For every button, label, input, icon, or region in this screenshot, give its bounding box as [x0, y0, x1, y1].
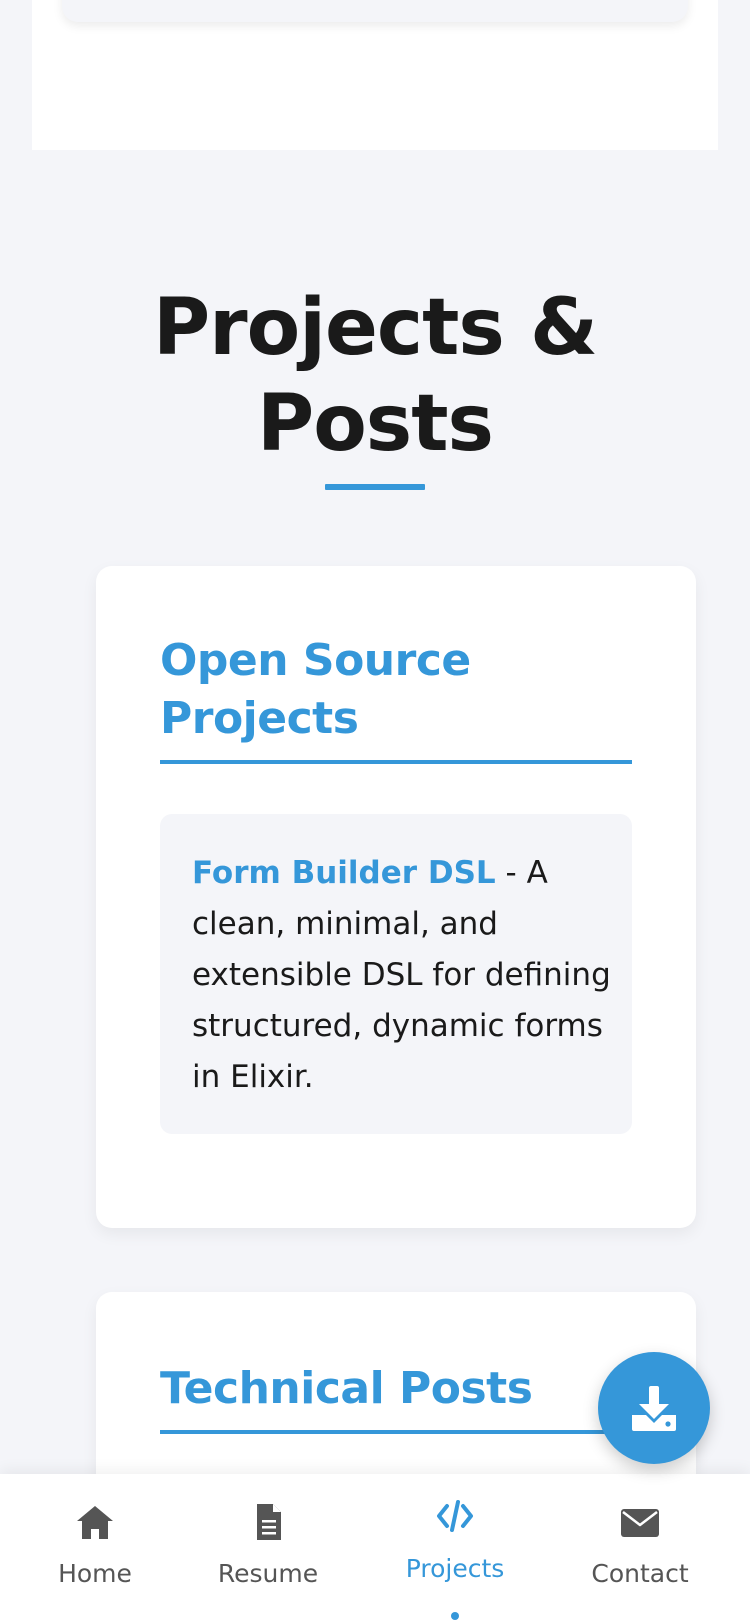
- project-text: Form Builder DSL - A clean, minimal, and…: [192, 848, 612, 1103]
- heading-line-1: Open Source: [160, 635, 471, 686]
- open-source-projects-card: Open Source Projects Form Builder DSL - A…: [96, 566, 696, 1228]
- home-icon: [77, 1506, 113, 1539]
- open-source-projects-heading: Open Source Projects: [160, 632, 632, 748]
- previous-section: [32, 0, 718, 150]
- heading-divider: [160, 760, 632, 764]
- envelope-icon: [621, 1509, 659, 1537]
- nav-label-projects: Projects: [405, 1554, 505, 1583]
- section-title: Projects & Posts: [0, 280, 750, 472]
- section-title-line-2: Posts: [257, 379, 494, 469]
- bottom-nav: Home Resume Projects Contact: [0, 1474, 750, 1624]
- nav-label-home: Home: [58, 1559, 132, 1588]
- file-icon: [257, 1504, 281, 1540]
- nav-item-home[interactable]: Home: [20, 1474, 170, 1624]
- technical-posts-heading: Technical Posts: [160, 1363, 533, 1414]
- heading-line-2: Projects: [160, 693, 359, 744]
- project-separator: -: [495, 855, 527, 891]
- section-title-line-1: Projects &: [153, 283, 598, 373]
- nav-item-contact[interactable]: Contact: [565, 1474, 715, 1624]
- section-title-underline: [325, 484, 425, 490]
- download-icon: [632, 1386, 676, 1431]
- download-button[interactable]: [598, 1352, 710, 1464]
- nav-label-contact: Contact: [591, 1559, 689, 1588]
- nav-item-resume[interactable]: Resume: [193, 1474, 343, 1624]
- previous-section-card: [62, 0, 688, 22]
- active-indicator-dot: [451, 1612, 459, 1620]
- code-icon: [437, 1500, 473, 1532]
- project-link-form-builder-dsl[interactable]: Form Builder DSL: [192, 855, 496, 891]
- project-description: A clean, minimal, and extensible DSL for…: [192, 855, 611, 1095]
- heading-divider: [160, 1430, 632, 1434]
- project-item: Form Builder DSL - A clean, minimal, and…: [160, 814, 632, 1134]
- nav-label-resume: Resume: [217, 1559, 319, 1588]
- nav-item-projects[interactable]: Projects: [380, 1474, 530, 1624]
